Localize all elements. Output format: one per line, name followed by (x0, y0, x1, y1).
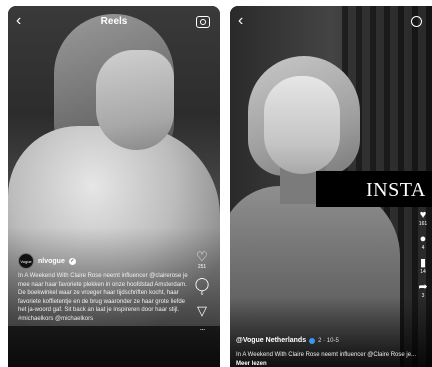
avatar[interactable]: Vogue (18, 253, 34, 269)
comment-count: 4 (421, 245, 425, 251)
bookmark-icon[interactable]: ▮ (420, 257, 426, 269)
post-meta: 2 · 10-5 (318, 337, 339, 344)
like-count: 251 (197, 264, 207, 270)
caption-text: In A Weekend With Claire Rose neemt infl… (236, 352, 417, 358)
account-row[interactable]: Vogue nlvogue ✓ (18, 253, 76, 269)
photo-face (264, 76, 340, 174)
like-count: 161 (418, 221, 428, 227)
share-icon[interactable]: ➦ (418, 281, 427, 293)
verified-icon (309, 337, 316, 344)
verified-icon: ✓ (68, 257, 76, 265)
top-bar: ‹ Reels (8, 6, 220, 34)
comment-icon[interactable]: ◯ (195, 277, 210, 291)
account-row[interactable]: @Vogue Netherlands 2 · 10-5 (236, 337, 339, 344)
heart-icon[interactable]: ♥ (420, 209, 427, 221)
heart-icon[interactable]: ♡ (196, 250, 208, 264)
save-count: 14 (420, 269, 426, 275)
account-name[interactable]: @Vogue Netherlands (236, 337, 306, 344)
send-icon[interactable]: ▽ (197, 304, 207, 318)
more-options-icon[interactable]: ··· (200, 325, 206, 334)
camera-icon[interactable] (196, 16, 210, 28)
comment-icon[interactable]: ● (420, 233, 427, 245)
photo-face (96, 50, 174, 150)
reels-screen-left: ‹ Reels Vogue nlvogue ✓ In A Weekend Wit… (8, 6, 220, 367)
account-name[interactable]: nlvogue (38, 258, 65, 265)
reel-caption[interactable]: In A Weekend With Claire Rose neemt infl… (18, 272, 190, 324)
comment-count: 6 (200, 291, 204, 297)
search-icon[interactable] (411, 16, 422, 27)
action-column: ♥ 161 ● 4 ▮ 14 ➦ 3 (414, 209, 432, 305)
back-arrow-icon[interactable]: ‹ (238, 12, 243, 30)
action-column: ♡ 251 ◯ 6 ▽ ··· (192, 250, 212, 335)
read-more-link[interactable]: Meer lezen (236, 361, 267, 367)
page-title: Reels (100, 16, 128, 27)
reel-caption[interactable]: In A Weekend With Claire Rose neemt infl… (236, 351, 422, 367)
overlay-title: INSTA (366, 179, 426, 201)
share-count: 3 (421, 293, 425, 299)
overlay-band: INSTA (316, 171, 432, 207)
